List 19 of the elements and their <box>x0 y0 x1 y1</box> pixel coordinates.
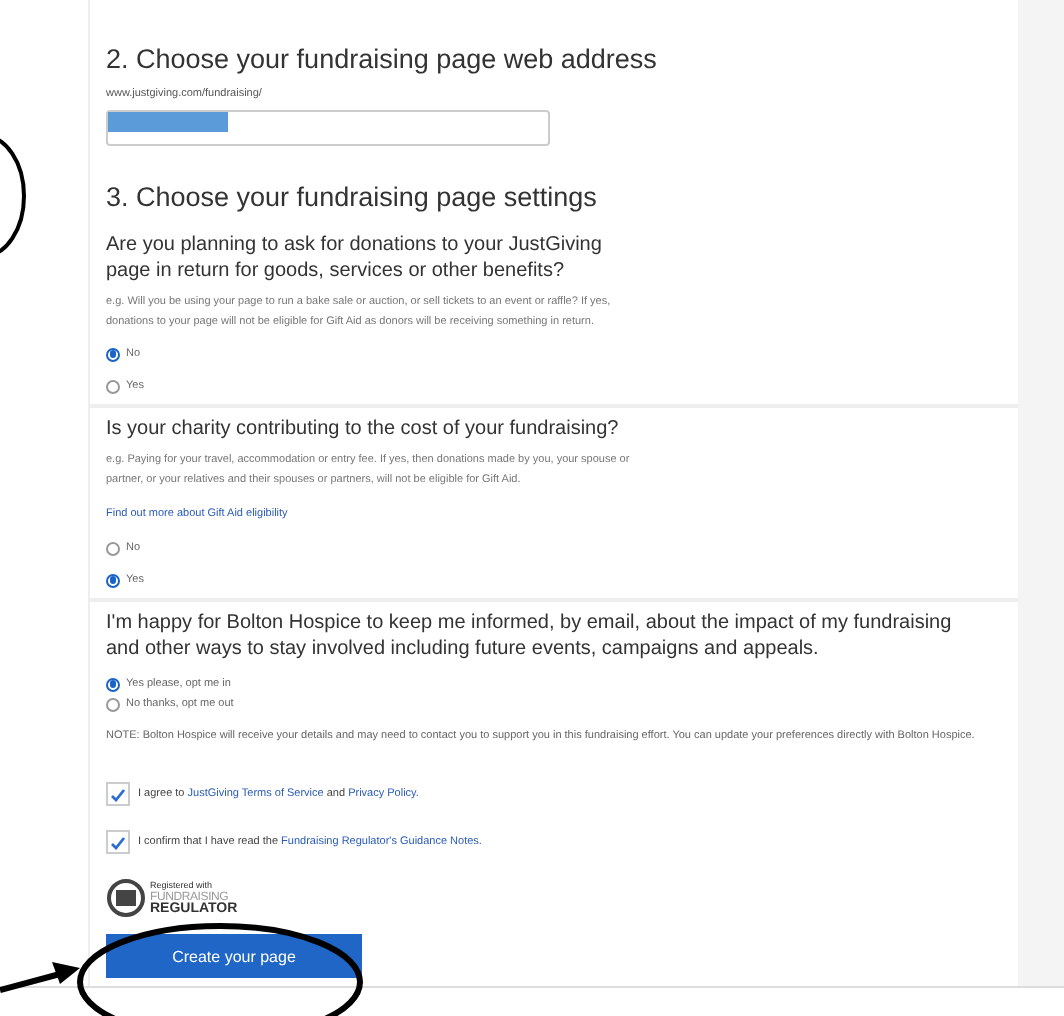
create-page-button[interactable]: Create your page <box>106 934 362 978</box>
radio-button[interactable] <box>106 697 120 711</box>
radio-button[interactable] <box>106 379 120 393</box>
section-heading: 3. Choose your fundraising page settings <box>106 182 599 212</box>
checkbox[interactable] <box>106 782 130 806</box>
regulator-badge-icon <box>106 878 146 918</box>
radio-button[interactable] <box>106 677 120 691</box>
check-icon <box>110 835 126 849</box>
section-heading: 2. Choose your fundraising page web address <box>106 44 659 74</box>
web-address-field[interactable] <box>106 110 550 146</box>
check-icon <box>110 787 126 801</box>
radio-button[interactable] <box>106 347 120 361</box>
question-title: Are you planning to ask for donations to your JustGiving page in return for goods, services or other benefits? <box>106 232 604 284</box>
annotation-arrow <box>0 962 80 993</box>
question-title: I'm happy for Bolton Hospice to keep me informed, by email, about the impact of my fundraising and other ways to stay involved including future events, campaigns and appeals. <box>106 610 954 662</box>
radio-button[interactable] <box>106 573 120 587</box>
checkbox[interactable] <box>106 830 130 854</box>
radio-button[interactable] <box>106 541 120 555</box>
question-title: Is your charity contributing to the cost of your fundraising? <box>106 416 621 442</box>
